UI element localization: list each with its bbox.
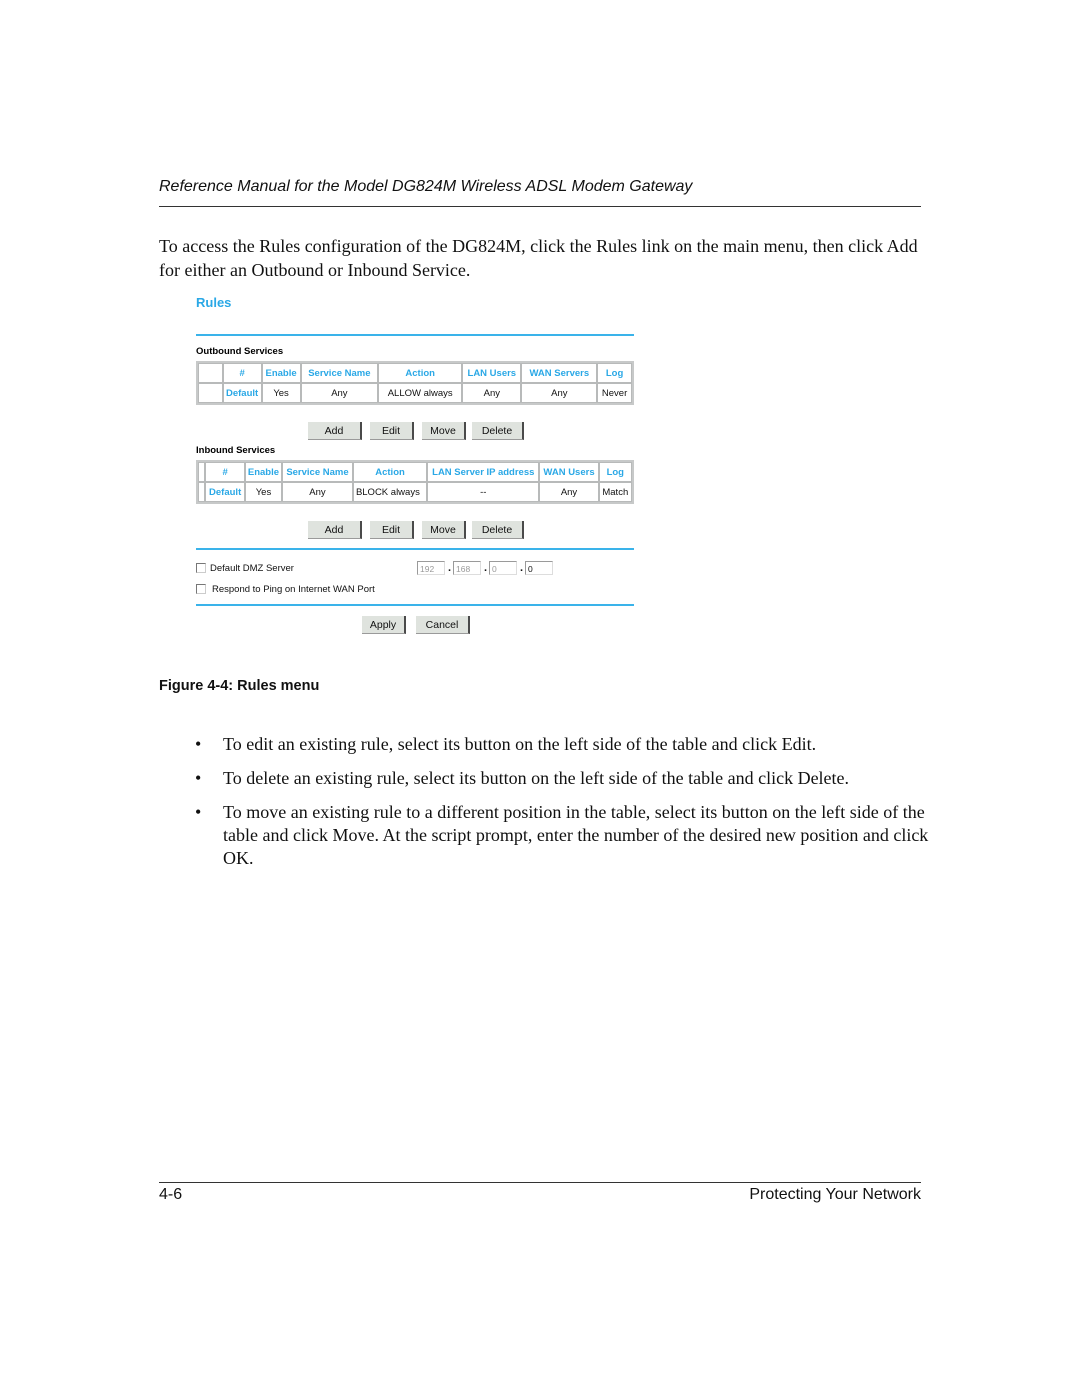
ip-separator: . — [484, 562, 488, 574]
column-header-action: Action — [378, 363, 463, 383]
running-header: Reference Manual for the Model DG824M Wi… — [159, 178, 693, 195]
dmz-option-row: Default DMZ Server — [196, 562, 294, 576]
divider-top — [196, 334, 634, 336]
table-header-row: # Enable Service Name Action LAN Users W… — [198, 363, 632, 383]
inbound-services-table: # Enable Service Name Action LAN Server … — [196, 460, 634, 504]
divider-middle — [196, 548, 634, 550]
table-row: Default Yes Any BLOCK always -- Any Matc… — [198, 482, 632, 502]
list-item: • To move an existing rule to a differen… — [159, 801, 929, 870]
inbound-button-row: Add Edit Move Delete — [196, 521, 634, 541]
column-header-service-name: Service Name — [282, 462, 353, 482]
inbound-services-label: Inbound Services — [196, 445, 276, 456]
outbound-button-row: Add Edit Move Delete — [196, 422, 634, 442]
list-item: • To edit an existing rule, select its b… — [159, 733, 929, 756]
divider-bottom — [196, 604, 634, 606]
bullet-icon: • — [195, 734, 202, 754]
ping-label: Respond to Ping on Internet WAN Port — [212, 584, 375, 595]
column-header-wan-servers: WAN Servers — [521, 363, 598, 383]
dmz-ip-octet-2[interactable]: 168 — [453, 561, 481, 575]
row-select-cell[interactable] — [198, 383, 223, 403]
bullet-icon: • — [195, 768, 202, 788]
header-rule — [159, 206, 921, 207]
rules-title: Rules — [196, 295, 232, 310]
column-header-wan-users: WAN Users — [539, 462, 599, 482]
rule-action: BLOCK always — [352, 482, 428, 502]
bullet-icon: • — [195, 802, 202, 822]
outbound-services-table: # Enable Service Name Action LAN Users W… — [196, 361, 634, 405]
ip-separator: . — [520, 562, 524, 574]
rule-enable: Yes — [261, 383, 301, 403]
column-header-enable: Enable — [261, 363, 301, 383]
select-column-header — [198, 462, 206, 482]
outbound-move-button[interactable]: Move — [422, 422, 466, 440]
list-item-text: To delete an existing rule, select its b… — [223, 768, 850, 788]
select-column-header — [198, 363, 223, 383]
column-header-log: Log — [597, 363, 632, 383]
column-header-enable: Enable — [244, 462, 283, 482]
apply-cancel-row: Apply Cancel — [196, 616, 634, 636]
column-header-lan-server-ip: LAN Server IP address — [427, 462, 540, 482]
outbound-add-button[interactable]: Add — [308, 422, 362, 440]
list-item-text: To move an existing rule to a different … — [223, 802, 929, 868]
inbound-delete-button[interactable]: Delete — [472, 521, 524, 539]
inbound-edit-button[interactable]: Edit — [370, 521, 414, 539]
rule-wan-users: Any — [539, 482, 599, 502]
table-row: Default Yes Any ALLOW always Any Any Nev… — [198, 383, 632, 403]
outbound-edit-button[interactable]: Edit — [370, 422, 414, 440]
ping-option-row: Respond to Ping on Internet WAN Port — [196, 583, 375, 597]
column-header-action: Action — [352, 462, 428, 482]
dmz-ip-octet-1[interactable]: 192 — [417, 561, 445, 575]
outbound-delete-button[interactable]: Delete — [472, 422, 524, 440]
dmz-ip-octet-3[interactable]: 0 — [489, 561, 517, 575]
footer-rule — [159, 1182, 921, 1183]
dmz-checkbox[interactable] — [196, 563, 206, 574]
rule-number-link[interactable]: Default — [222, 383, 262, 403]
apply-button[interactable]: Apply — [362, 616, 406, 634]
rule-log: Never — [597, 383, 632, 403]
outbound-services-label: Outbound Services — [196, 346, 284, 357]
column-header-log: Log — [598, 462, 632, 482]
column-header-lan-users: LAN Users — [462, 363, 522, 383]
column-header-number: # — [222, 363, 262, 383]
rule-action: ALLOW always — [378, 383, 463, 403]
ping-checkbox[interactable] — [196, 584, 206, 595]
rule-lan-users: Any — [462, 383, 522, 403]
cancel-button[interactable]: Cancel — [416, 616, 470, 634]
intro-paragraph: To access the Rules configuration of the… — [159, 236, 918, 280]
inbound-move-button[interactable]: Move — [422, 521, 466, 539]
rule-service-name: Any — [300, 383, 379, 403]
table-header-row: # Enable Service Name Action LAN Server … — [198, 462, 632, 482]
chapter-title: Protecting Your Network — [749, 1186, 921, 1203]
dmz-ip-octet-4[interactable]: 0 — [525, 561, 553, 575]
rule-wan-servers: Any — [521, 383, 598, 403]
instruction-list: • To edit an existing rule, select its b… — [159, 733, 929, 881]
rule-enable: Yes — [244, 482, 283, 502]
page-number: 4-6 — [159, 1186, 183, 1203]
list-item-text: To edit an existing rule, select its but… — [223, 734, 817, 754]
rule-log: Match — [598, 482, 632, 502]
list-item: • To delete an existing rule, select its… — [159, 767, 929, 790]
column-header-service-name: Service Name — [300, 363, 379, 383]
dmz-label: Default DMZ Server — [210, 563, 294, 574]
row-select-cell[interactable] — [198, 482, 206, 502]
column-header-number: # — [205, 462, 245, 482]
rule-lan-server-ip: -- — [427, 482, 540, 502]
inbound-add-button[interactable]: Add — [308, 521, 362, 539]
rule-service-name: Any — [282, 482, 353, 502]
ip-separator: . — [448, 562, 452, 574]
figure-caption: Figure 4-4: Rules menu — [159, 678, 320, 694]
rule-number-link[interactable]: Default — [205, 482, 245, 502]
